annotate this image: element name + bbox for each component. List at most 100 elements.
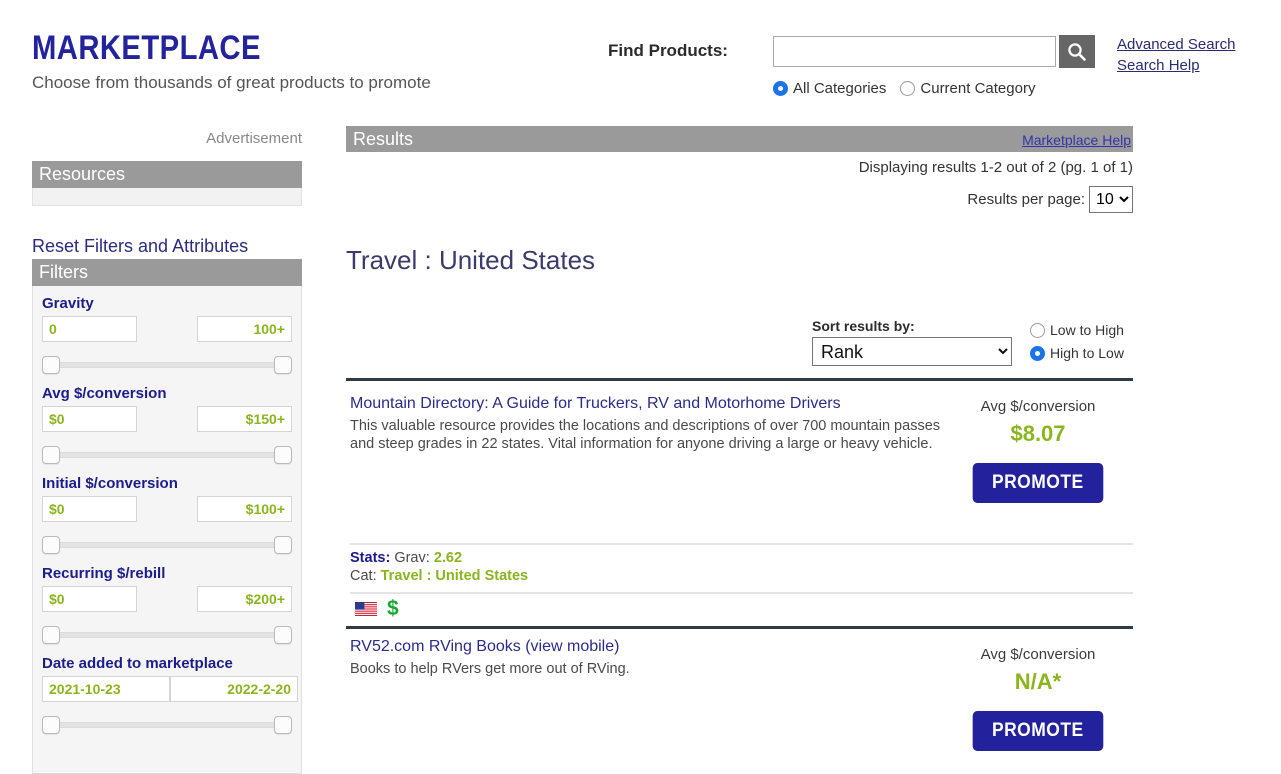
gravity-value: 2.62 — [433, 550, 463, 566]
filters-panel: Filters Gravity Avg $/conversion — [32, 259, 302, 774]
filter-range-slider[interactable] — [42, 624, 292, 646]
search-icon — [1066, 41, 1088, 63]
slider-handle-min[interactable] — [42, 626, 60, 644]
radio-current-category-input[interactable] — [900, 81, 916, 96]
slider-handle-max[interactable] — [274, 356, 292, 374]
find-products-label: Find Products: — [608, 41, 728, 60]
product-divider — [346, 626, 1133, 629]
filter-max-input[interactable] — [197, 496, 292, 522]
slider-track — [51, 362, 283, 368]
search-button[interactable] — [1059, 35, 1095, 68]
filter-label: Gravity — [42, 295, 94, 312]
slider-handle-min[interactable] — [42, 446, 60, 464]
resources-panel: Resources — [32, 161, 302, 206]
radio-high-to-low-label[interactable]: High to Low — [1050, 345, 1124, 361]
filter-range-slider[interactable] — [42, 534, 292, 556]
product-badges: $ — [355, 597, 399, 620]
filter-min-input[interactable] — [42, 496, 137, 522]
results-bar: Results Marketplace Help — [346, 126, 1133, 152]
product-stats: Stats: Grav: 2.62 Cat: Travel : United S… — [350, 549, 528, 585]
slider-handle-min[interactable] — [42, 716, 60, 734]
radio-current-category-label[interactable]: Current Category — [920, 80, 1035, 97]
radio-high-to-low[interactable]: High to Low — [1030, 345, 1124, 361]
search-help-link[interactable]: Search Help — [1117, 55, 1235, 76]
reset-filters-link[interactable]: Reset Filters and Attributes — [32, 236, 248, 257]
filter-label: Avg $/conversion — [42, 385, 167, 402]
promote-button[interactable]: PROMOTE — [972, 711, 1104, 751]
filter-recurring-rebill: Recurring $/rebill — [33, 565, 301, 646]
slider-handle-max[interactable] — [274, 716, 292, 734]
filter-gravity: Gravity — [33, 295, 301, 376]
slider-handle-max[interactable] — [274, 626, 292, 644]
radio-low-to-high[interactable]: Low to High — [1030, 322, 1124, 338]
category-value-link[interactable]: Travel : United States — [381, 568, 528, 584]
slider-track — [51, 632, 283, 638]
filters-title: Filters — [32, 259, 302, 286]
results-per-page: Results per page: 10 — [346, 186, 1133, 213]
advanced-search-link[interactable]: Advanced Search — [1117, 34, 1235, 55]
stats-label: Stats: — [350, 550, 391, 566]
results-count: Displaying results 1-2 out of 2 (pg. 1 o… — [858, 159, 1133, 176]
filter-label: Date added to marketplace — [42, 655, 233, 672]
stats-divider-bottom — [350, 592, 1133, 594]
category-label: Cat: — [350, 568, 377, 584]
product-price-column: Avg $/conversion $8.07 PROMOTE — [938, 398, 1138, 503]
promote-button[interactable]: PROMOTE — [972, 463, 1104, 503]
page-subtitle: Choose from thousands of great products … — [32, 73, 431, 92]
product-divider — [346, 378, 1133, 381]
resources-body — [32, 188, 302, 206]
marketplace-help-link[interactable]: Marketplace Help — [1022, 126, 1133, 154]
search-input[interactable] — [773, 36, 1056, 67]
sort-label: Sort results by: — [812, 318, 915, 334]
search-links: Advanced Search Search Help — [1117, 34, 1235, 76]
filter-label: Initial $/conversion — [42, 475, 178, 492]
radio-all-categories-label[interactable]: All Categories — [793, 80, 886, 97]
results-title: Results — [353, 129, 414, 149]
slider-track — [51, 722, 283, 728]
filter-range-slider[interactable] — [42, 354, 292, 376]
radio-current-category[interactable]: Current Category — [900, 80, 1035, 97]
slider-handle-min[interactable] — [42, 536, 60, 554]
product-item: RV52.com RVing Books (view mobile) Books… — [350, 636, 950, 678]
radio-all-categories[interactable]: All Categories — [773, 80, 886, 97]
filter-date-added: Date added to marketplace — [33, 655, 301, 736]
product-title-link[interactable]: RV52.com RVing Books (view mobile) — [350, 638, 619, 655]
product-item: Mountain Directory: A Guide for Truckers… — [350, 393, 950, 453]
advertisement-label: Advertisement — [206, 130, 302, 147]
product-description: Books to help RVers get more out of RVin… — [350, 661, 630, 677]
filter-initial-conversion: Initial $/conversion — [33, 475, 301, 556]
filter-max-input[interactable] — [197, 316, 292, 342]
radio-low-to-high-label[interactable]: Low to High — [1050, 322, 1124, 338]
resources-title: Resources — [32, 161, 302, 188]
filter-min-input[interactable] — [42, 676, 170, 702]
product-description: This valuable resource provides the loca… — [350, 418, 941, 452]
category-title: Travel : United States — [346, 245, 596, 275]
page-title: MARKETPLACE — [32, 29, 261, 67]
slider-handle-max[interactable] — [274, 536, 292, 554]
slider-handle-max[interactable] — [274, 446, 292, 464]
filter-range-slider[interactable] — [42, 444, 292, 466]
us-flag-icon — [355, 602, 377, 616]
price-label: Avg $/conversion — [980, 398, 1096, 415]
sort-select[interactable]: Rank — [812, 337, 1012, 366]
sort-direction-radios: Low to High High to Low — [1030, 322, 1138, 368]
product-title-link[interactable]: Mountain Directory: A Guide for Truckers… — [350, 395, 841, 412]
product-price-column: Avg $/conversion N/A* PROMOTE — [938, 646, 1138, 751]
filter-max-input[interactable] — [197, 586, 292, 612]
brand-block: MARKETPLACE Choose from thousands of gre… — [32, 28, 572, 94]
slider-track — [51, 542, 283, 548]
filter-max-input[interactable] — [197, 406, 292, 432]
filter-max-input[interactable] — [170, 676, 298, 702]
filter-min-input[interactable] — [42, 316, 137, 342]
filter-range-slider[interactable] — [42, 714, 292, 736]
filter-avg-conversion: Avg $/conversion — [33, 385, 301, 466]
radio-low-to-high-input[interactable] — [1030, 322, 1045, 338]
radio-all-categories-input[interactable] — [773, 81, 788, 96]
dollar-icon: $ — [387, 597, 399, 620]
filter-min-input[interactable] — [42, 406, 137, 432]
price-value: $8.07 — [1010, 421, 1066, 446]
results-per-page-select[interactable]: 10 — [1089, 186, 1133, 213]
filter-min-input[interactable] — [42, 586, 137, 612]
slider-handle-min[interactable] — [42, 356, 60, 374]
radio-high-to-low-input[interactable] — [1030, 345, 1045, 361]
